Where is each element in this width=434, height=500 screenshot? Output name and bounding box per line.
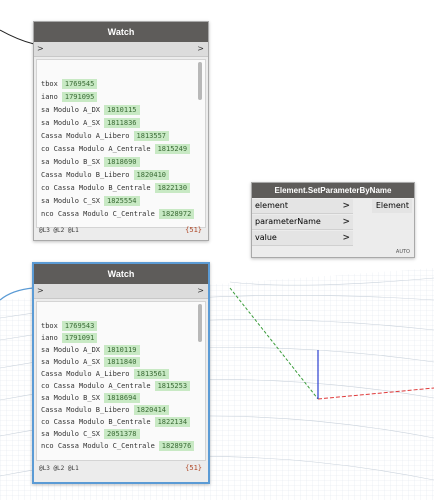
setparameterbyname-node[interactable]: Element.SetParameterByName element > par…	[251, 182, 415, 258]
port-arrow-icon: >	[342, 217, 350, 227]
input-port-element[interactable]: element >	[252, 199, 353, 214]
list-levels[interactable]: @L3 @L2 @L1	[39, 465, 79, 472]
list-item: sa Modulo C_SX 1825554	[41, 196, 140, 206]
item-count: {51}	[185, 226, 202, 234]
input-port-parametername[interactable]: parameterName >	[252, 215, 353, 230]
list-item: sa Modulo B_SX 1818690	[41, 157, 140, 167]
lacing-indicator[interactable]: AUTO	[396, 249, 410, 255]
item-count: {51}	[185, 464, 202, 472]
list-levels[interactable]: @L3 @L2 @L1	[39, 227, 79, 234]
list-item: tbox 1769543	[41, 321, 98, 331]
list-item: co Cassa Modulo A_Centrale 1815249	[41, 144, 191, 154]
watch-port-row: > >	[34, 42, 208, 57]
watch-scrollbar[interactable]	[198, 304, 202, 342]
watch-scrollbar[interactable]	[198, 62, 202, 100]
list-item: sa Modulo B_SX 1818694	[41, 393, 140, 403]
list-item: Cassa Modulo B_Libero 1820410	[41, 170, 170, 180]
watch-footer: @L3 @L2 @L1 {51}	[34, 224, 208, 238]
list-item: sa Modulo C_SX 2051378	[41, 429, 140, 439]
list-item: iano 1791095	[41, 92, 98, 102]
watch-node-title[interactable]: Watch	[34, 264, 208, 284]
wire-into-watch-1[interactable]	[0, 29, 35, 45]
input-port-value[interactable]: value >	[252, 231, 353, 246]
output-port[interactable]: >	[197, 42, 204, 56]
setparameter-node-title[interactable]: Element.SetParameterByName	[252, 183, 414, 198]
watch-output-list[interactable]: tbox 1769543 iano 1791091 sa Modulo A_DX 18…	[36, 301, 206, 461]
list-item: sa Modulo A_DX 1810119	[41, 345, 140, 355]
list-item: Cassa Modulo A_Libero 1813557	[41, 131, 170, 141]
port-arrow-icon: >	[342, 233, 350, 243]
output-port[interactable]: >	[197, 284, 204, 298]
list-item: Cassa Modulo B_Libero 1820414	[41, 405, 170, 415]
watch-footer: @L3 @L2 @L1 {51}	[34, 462, 208, 476]
output-port-element[interactable]: Element	[372, 199, 412, 213]
input-port[interactable]: >	[37, 42, 44, 56]
watch-port-row: > >	[34, 284, 208, 299]
input-port[interactable]: >	[37, 284, 44, 298]
list-item: sa Modulo A_DX 1810115	[41, 105, 140, 115]
watch-node-2[interactable]: Watch > > tbox 1769543 iano 1791091 sa Mod…	[32, 262, 210, 484]
list-item: tbox 1769545	[41, 79, 98, 89]
watch-output-list[interactable]: tbox 1769545 iano 1791095 sa Modulo A_DX 18…	[36, 59, 206, 228]
list-item: co Cassa Modulo B_Centrale 1822130	[41, 183, 191, 193]
list-item: iano 1791091	[41, 333, 98, 343]
list-item: nco Cassa Modulo C_Centrale 1828972	[41, 209, 195, 219]
list-item: nco Cassa Modulo C_Centrale 1828976	[41, 441, 195, 451]
watch-node-title[interactable]: Watch	[34, 22, 208, 42]
watch-node-1[interactable]: Watch > > tbox 1769545 iano 1791095 sa Mod…	[33, 21, 209, 241]
list-item: co Cassa Modulo B_Centrale 1822134	[41, 417, 191, 427]
port-arrow-icon: >	[342, 201, 350, 211]
list-item: co Cassa Modulo A_Centrale 1815253	[41, 381, 191, 391]
list-item: Cassa Modulo A_Libero 1813561	[41, 369, 170, 379]
list-item: sa Modulo A_SX 1811840	[41, 357, 140, 367]
list-item: sa Modulo A_SX 1811836	[41, 118, 140, 128]
